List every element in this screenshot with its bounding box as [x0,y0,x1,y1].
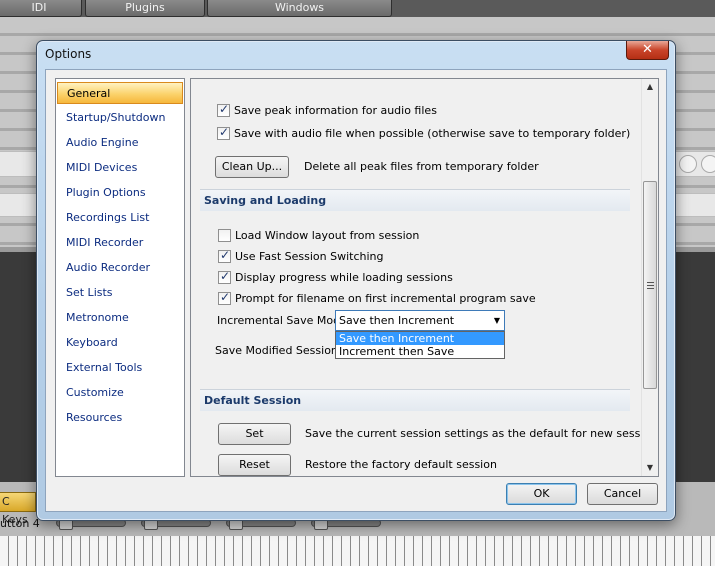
checkbox-box[interactable] [218,248,231,263]
checkbox-label: Save with audio file when possible (othe… [234,127,631,140]
save-peak-info-checkbox[interactable]: Save peak information for audio files [217,102,437,120]
close-icon: ✕ [642,42,653,57]
category-item-recordings-list[interactable]: Recordings List [66,207,149,229]
checkbox-label: Prompt for filename on first incremental… [235,292,536,305]
incremental-save-mode-dropdown: Save then Increment Increment then Save [335,331,505,359]
category-item-midi-devices[interactable]: MIDI Devices [66,157,137,179]
category-item-general[interactable]: General [57,82,183,104]
checkbox-box[interactable] [218,229,231,242]
category-list[interactable]: General Startup/Shutdown Audio Engine MI… [55,78,185,477]
dropdown-option[interactable]: Save then Increment [336,332,504,345]
settings-scrollbar[interactable]: ▲ ▼ [641,79,658,476]
save-modified-sessions-label: Save Modified Sessions: [215,344,348,357]
checkbox-label: Use Fast Session Switching [235,250,384,263]
scrollbar-thumb[interactable] [643,181,657,389]
ok-button[interactable]: OK [506,483,577,505]
scroll-up-icon[interactable]: ▲ [642,79,658,95]
host-tab-midi[interactable]: IDI [0,0,82,17]
checkbox-box[interactable] [218,290,231,305]
category-item-external-tools[interactable]: External Tools [66,357,142,379]
category-item-midi-recorder[interactable]: MIDI Recorder [66,232,143,254]
settings-panel: Save peak information for audio files Sa… [190,78,659,477]
load-window-layout-checkbox[interactable]: Load Window layout from session [218,229,419,245]
chevron-down-icon[interactable]: ▼ [494,311,500,330]
host-button-label: utton 4 [0,517,40,530]
reset-default-description: Restore the factory default session [305,458,497,471]
host-piano-keyboard[interactable] [0,536,715,566]
reset-default-button[interactable]: Reset [218,454,291,476]
category-item-keyboard[interactable]: Keyboard [66,332,118,354]
checkbox-box[interactable] [218,269,231,284]
host-round-button[interactable] [679,155,697,173]
grip-icon [647,282,654,289]
section-header-saving-loading: Saving and Loading [200,189,630,211]
category-item-startup-shutdown[interactable]: Startup/Shutdown [66,107,165,129]
host-tab-plugins[interactable]: Plugins [85,0,205,17]
checkbox-label: Display progress while loading sessions [235,271,453,284]
set-default-description: Save the current session settings as the… [305,427,659,440]
checkbox-box[interactable] [217,125,230,140]
category-item-customize[interactable]: Customize [66,382,124,404]
incremental-save-mode-select[interactable]: Save then Increment ▼ [335,310,505,331]
category-item-resources[interactable]: Resources [66,407,122,429]
host-keys-button[interactable]: C Keys [0,492,36,526]
checkbox-label: Save peak information for audio files [234,104,437,117]
checkbox-label: Load Window layout from session [235,229,420,242]
scroll-down-icon[interactable]: ▼ [642,460,658,476]
category-item-metronome[interactable]: Metronome [66,307,129,329]
cleanup-description: Delete all peak files from temporary fol… [304,160,539,173]
prompt-filename-checkbox[interactable]: Prompt for filename on first incremental… [218,290,536,308]
fast-session-switching-checkbox[interactable]: Use Fast Session Switching [218,248,384,266]
set-default-button[interactable]: Set [218,423,291,445]
category-item-audio-recorder[interactable]: Audio Recorder [66,257,150,279]
host-tab-windows[interactable]: Windows [207,0,392,17]
section-header-default-session: Default Session [200,389,630,411]
options-dialog: Options ✕ General Startup/Shutdown Audio… [36,40,676,521]
category-item-set-lists[interactable]: Set Lists [66,282,113,304]
category-item-audio-engine[interactable]: Audio Engine [66,132,138,154]
dropdown-option[interactable]: Increment then Save [336,345,504,358]
category-item-plugin-options[interactable]: Plugin Options [66,182,146,204]
cleanup-button[interactable]: Clean Up... [215,156,289,178]
checkbox-box[interactable] [217,102,230,117]
display-progress-checkbox[interactable]: Display progress while loading sessions [218,269,453,287]
dialog-client-area: General Startup/Shutdown Audio Engine MI… [45,69,667,512]
close-button[interactable]: ✕ [626,41,669,60]
cancel-button[interactable]: Cancel [587,483,658,505]
select-value: Save then Increment [339,314,455,327]
dialog-title: Options [45,47,92,61]
host-round-button[interactable] [701,155,715,173]
incremental-save-mode-label: Incremental Save Mode: [217,314,351,327]
save-with-audio-checkbox[interactable]: Save with audio file when possible (othe… [217,125,631,143]
